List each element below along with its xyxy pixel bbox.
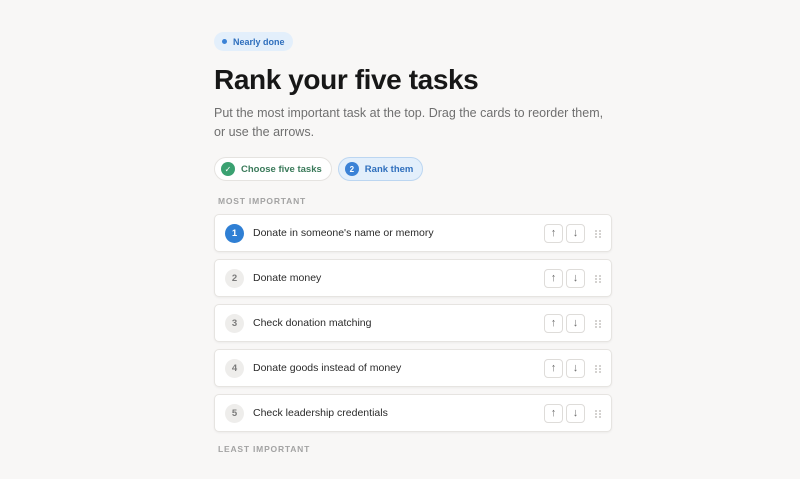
- step-indicator: ✓ Choose five tasks 2 Rank them: [214, 157, 612, 181]
- task-label: Check leadership credentials: [253, 407, 388, 419]
- rank-badge: 4: [225, 358, 244, 378]
- status-badge: Nearly done: [214, 32, 293, 51]
- move-down-button[interactable]: ↓: [566, 404, 585, 423]
- rank-badge: 3: [225, 313, 244, 333]
- task-controls: ↑ ↓: [544, 269, 601, 288]
- status-badge-label: Nearly done: [233, 36, 285, 47]
- task-card[interactable]: 5 Check leadership credentials ↑ ↓: [214, 394, 612, 432]
- move-down-button[interactable]: ↓: [566, 224, 585, 243]
- rank-badge: 5: [225, 403, 244, 423]
- rank-badge: 2: [225, 268, 244, 288]
- step-choose-tasks[interactable]: ✓ Choose five tasks: [214, 157, 332, 181]
- task-label: Donate money: [253, 272, 322, 284]
- step-number: 2: [344, 162, 359, 176]
- drag-handle-icon[interactable]: [595, 409, 601, 418]
- move-up-button[interactable]: ↑: [544, 359, 563, 378]
- drag-handle-icon[interactable]: [595, 319, 601, 328]
- task-list: 1 Donate in someone's name or memory ↑ ↓…: [214, 214, 612, 432]
- page-subtitle: Put the most important task at the top. …: [214, 106, 604, 139]
- task-controls: ↑ ↓: [544, 359, 601, 378]
- move-down-button[interactable]: ↓: [566, 314, 585, 333]
- task-card[interactable]: 1 Donate in someone's name or memory ↑ ↓: [214, 214, 612, 252]
- task-label: Donate goods instead of money: [253, 362, 402, 374]
- task-controls: ↑ ↓: [544, 224, 601, 243]
- drag-handle-icon[interactable]: [595, 274, 601, 283]
- move-down-button[interactable]: ↓: [566, 269, 585, 288]
- move-up-button[interactable]: ↑: [544, 314, 563, 333]
- check-icon: ✓: [221, 162, 235, 176]
- rank-badge: 1: [225, 223, 244, 243]
- least-important-label: LEAST IMPORTANT: [218, 444, 311, 454]
- page: Nearly done Rank your five tasks Put the…: [0, 0, 800, 479]
- task-controls: ↑ ↓: [544, 404, 601, 423]
- main-content: Nearly done Rank your five tasks Put the…: [214, 31, 612, 454]
- step-label: Rank them: [364, 163, 414, 175]
- task-card[interactable]: 4 Donate goods instead of money ↑ ↓: [214, 349, 612, 387]
- move-up-button[interactable]: ↑: [544, 224, 563, 243]
- step-rank-them[interactable]: 2 Rank them: [337, 157, 424, 181]
- status-dot-icon: [222, 39, 227, 44]
- task-controls: ↑ ↓: [544, 314, 601, 333]
- move-down-button[interactable]: ↓: [566, 359, 585, 378]
- move-up-button[interactable]: ↑: [544, 404, 563, 423]
- page-title: Rank your five tasks: [214, 64, 479, 95]
- drag-handle-icon[interactable]: [595, 364, 601, 373]
- task-label: Donate in someone's name or memory: [253, 227, 434, 239]
- most-important-label: MOST IMPORTANT: [218, 196, 307, 206]
- drag-handle-icon[interactable]: [595, 229, 601, 238]
- move-up-button[interactable]: ↑: [544, 269, 563, 288]
- task-card[interactable]: 2 Donate money ↑ ↓: [214, 259, 612, 297]
- step-label: Choose five tasks: [241, 163, 322, 175]
- task-label: Check donation matching: [253, 317, 372, 329]
- task-card[interactable]: 3 Check donation matching ↑ ↓: [214, 304, 612, 342]
